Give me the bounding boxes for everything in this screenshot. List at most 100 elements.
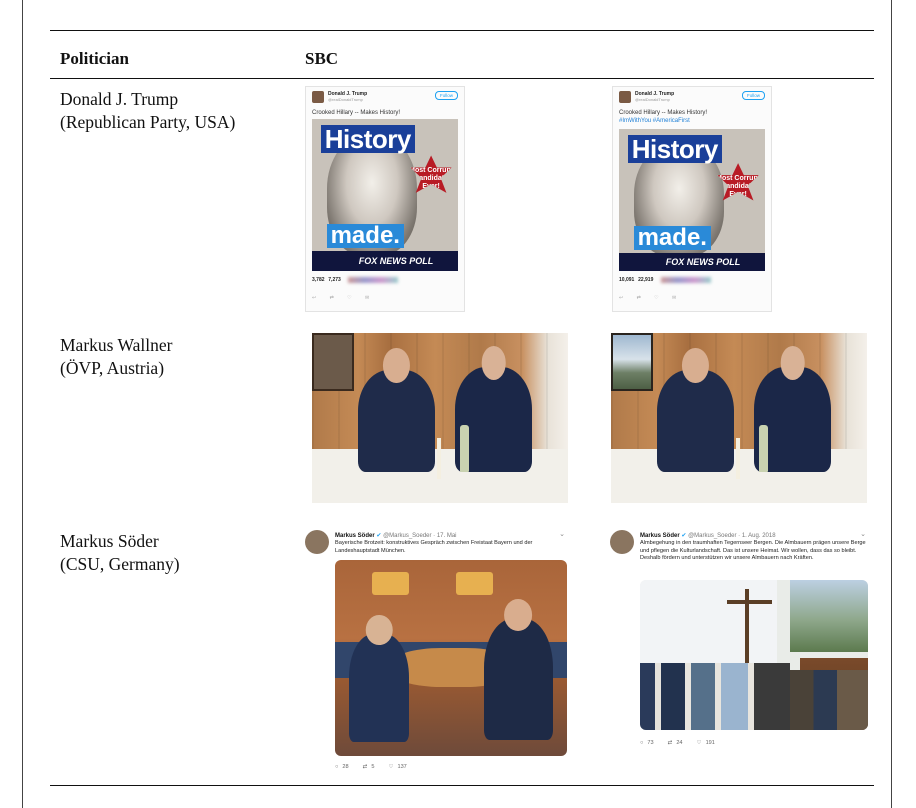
soeder-tweet-modified: Markus Söder ✔ @Markus_Soeder · 1. Aug. …: [610, 530, 868, 776]
bottom-rule: [50, 785, 874, 786]
poster-banner: FOX NEWS POLL: [312, 251, 458, 271]
retweet-count: 5: [371, 764, 375, 770]
tweet-author: Markus Söder: [335, 533, 375, 539]
poster-banner: FOX NEWS POLL: [619, 252, 765, 271]
tweet-text-line: Crooked Hillary -- Makes History!: [619, 110, 708, 116]
tweet-hashtags[interactable]: #ImWithYou #AmericaFirst: [619, 117, 707, 125]
group-of-people: [640, 662, 791, 730]
candle: [736, 438, 741, 480]
tweet-text: Crooked Hillary -- Makes History! #ImWit…: [619, 109, 707, 125]
like-count: 22,919: [638, 277, 654, 284]
avatar: [619, 91, 631, 103]
like-icon: ♡: [696, 740, 702, 746]
politician-party: (CSU, Germany): [60, 554, 180, 574]
retweet-action[interactable]: ⇄ 24: [668, 740, 683, 746]
reply-action[interactable]: ○ 73: [640, 740, 654, 746]
retweet-action[interactable]: ⇄ 5: [363, 764, 375, 770]
chevron-down-icon[interactable]: ⌄: [860, 530, 866, 538]
politician-trump: Donald J. Trump (Republican Party, USA): [60, 88, 235, 134]
follow-button[interactable]: Follow: [434, 91, 458, 100]
person-left: [657, 370, 734, 473]
chevron-down-icon[interactable]: ⌄: [559, 530, 565, 538]
tweet-text: Bayerische Brotzeit: konstruktives Gespr…: [335, 540, 533, 554]
wallner-photo-modified: [611, 333, 867, 503]
verified-icon: ✔: [376, 533, 382, 539]
poster-sub: made.: [633, 225, 711, 250]
blurred-avatars: [660, 277, 711, 283]
retweet-count: 10,091: [619, 277, 635, 284]
soeder-tweet-original: Markus Söder ✔ @Markus_Soeder · 17. Mai …: [305, 530, 567, 776]
politician-name: Donald J. Trump: [60, 89, 179, 109]
poster-headline: History: [627, 134, 722, 163]
person-left: [358, 370, 435, 473]
like-count: 137: [397, 764, 407, 770]
tweet-author: Markus Söder: [640, 533, 680, 539]
reply-count: 28: [342, 764, 349, 770]
wall-picture: [611, 333, 653, 391]
reply-icon: ○: [335, 764, 339, 770]
tweet-image: [640, 580, 868, 730]
verified-icon: ✔: [681, 533, 687, 539]
tweet-stats: 10,091 22,919: [619, 277, 711, 283]
reply-action[interactable]: ○ 28: [335, 764, 349, 770]
retweet-count: 24: [676, 740, 683, 746]
mountain-view: [790, 580, 868, 652]
top-rule: [50, 30, 874, 31]
politician-soeder: Markus Söder (CSU, Germany): [60, 530, 180, 576]
person-left: [348, 634, 410, 743]
tweet-actions[interactable]: ↩ ⇄ ♡ ✉: [312, 295, 375, 301]
group-of-people: [790, 670, 868, 730]
header-sbc: SBC: [305, 49, 339, 68]
bottle: [460, 424, 470, 473]
politician-party: (Republican Party, USA): [60, 112, 236, 132]
like-icon: ♡: [388, 764, 394, 770]
like-count: 191: [705, 740, 715, 746]
wallner-photo-original: [312, 333, 568, 503]
retweet-count: 3,782: [312, 277, 325, 284]
lamp: [455, 571, 493, 596]
tweet-header: Donald J. Trump @realDonaldTrump Follow: [619, 91, 765, 107]
tweet-image: History Most Corrupt Candidate Ever! mad…: [619, 129, 765, 271]
poster-headline: History: [320, 125, 415, 154]
tweet-handle: @Markus_Soeder · 17. Mai: [383, 533, 457, 539]
tweet-handle: @realDonaldTrump: [635, 97, 670, 102]
tweet-handle: @realDonaldTrump: [328, 97, 363, 102]
politician-name: Markus Wallner: [60, 335, 173, 355]
tweet-text: Almbegehung in den traumhaften Tegernsee…: [640, 540, 866, 561]
bottle: [759, 424, 769, 473]
tweet-header: Donald J. Trump @realDonaldTrump Follow: [312, 91, 458, 107]
avatar: [610, 530, 634, 554]
tweet-header: Markus Söder ✔ @Markus_Soeder · 17. Mai: [335, 532, 457, 539]
retweet-icon: ⇄: [362, 764, 368, 770]
like-action[interactable]: ♡ 191: [697, 740, 715, 746]
tweet-header: Markus Söder ✔ @Markus_Soeder · 1. Aug. …: [640, 532, 776, 539]
blurred-avatars: [348, 277, 399, 283]
trump-tweet-original: Donald J. Trump @realDonaldTrump Follow …: [305, 86, 465, 312]
politician-party: (ÖVP, Austria): [60, 358, 165, 378]
lamp: [372, 571, 410, 596]
tweet-image: History Most Corrupt Candidate Ever! mad…: [312, 119, 458, 271]
avatar: [305, 530, 329, 554]
poster-sub: made.: [326, 224, 404, 249]
candle: [437, 438, 442, 480]
retweet-icon: ⇄: [667, 740, 673, 746]
like-action[interactable]: ♡ 137: [388, 764, 406, 770]
avatar: [312, 91, 324, 103]
header-politician: Politician: [60, 49, 129, 68]
reply-icon: ○: [640, 740, 644, 746]
reply-count: 73: [647, 740, 654, 746]
tweet-actions: ○ 28 ⇄ 5 ♡ 137: [335, 764, 421, 770]
tweet-stats: 3,782 7,273: [312, 277, 399, 284]
follow-button[interactable]: Follow: [741, 91, 765, 100]
tweet-handle: @Markus_Soeder · 1. Aug. 2018: [688, 533, 776, 539]
trump-tweet-modified: Donald J. Trump @realDonaldTrump Follow …: [612, 86, 772, 312]
politician-wallner: Markus Wallner (ÖVP, Austria): [60, 334, 172, 380]
person-right: [483, 618, 554, 741]
wall-picture: [312, 333, 354, 391]
tweet-text: Crooked Hillary -- Makes History!: [312, 110, 401, 116]
tweet-actions: ○ 73 ⇄ 24 ♡ 191: [640, 740, 729, 746]
tweet-actions[interactable]: ↩ ⇄ ♡ ✉: [619, 295, 682, 301]
politician-name: Markus Söder: [60, 531, 159, 551]
header-rule: [50, 78, 874, 79]
like-count: 7,273: [328, 277, 341, 284]
